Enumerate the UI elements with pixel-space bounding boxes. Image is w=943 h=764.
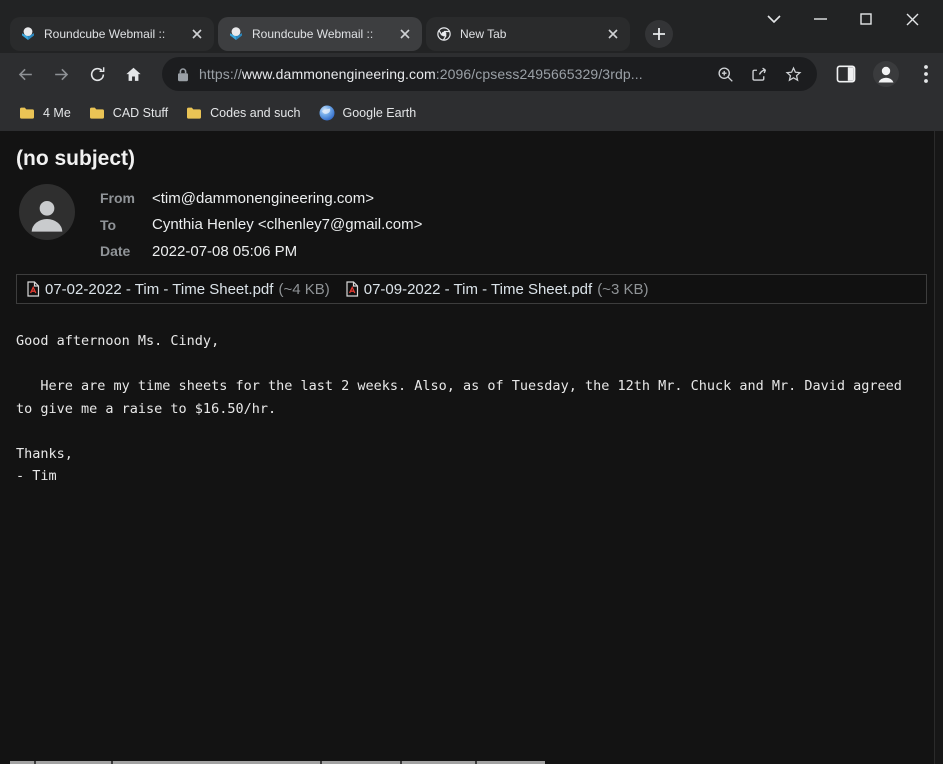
tab-roundcube-2-active[interactable]: Roundcube Webmail :: <box>218 17 422 51</box>
header-value-from: <tim@dammonengineering.com> <box>152 190 374 207</box>
lock-icon[interactable] <box>176 67 190 82</box>
tab-strip: Roundcube Webmail :: Roundcube Webmail :… <box>0 0 943 53</box>
folder-icon <box>186 106 202 120</box>
header-row-to: To Cynthia Henley <clhenley7@gmail.com> <box>100 212 422 239</box>
header-value-date: 2022-07-08 05:06 PM <box>152 243 297 260</box>
new-tab-button[interactable] <box>645 20 673 48</box>
page-scrollbar[interactable] <box>934 131 943 764</box>
globe-icon <box>319 105 335 121</box>
side-panel-icon[interactable] <box>831 59 861 89</box>
address-bar[interactable]: https://www.dammonengineering.com:2096/c… <box>162 57 817 91</box>
chrome-favicon <box>436 26 452 42</box>
close-window-button[interactable] <box>889 6 935 32</box>
tab-close-icon[interactable] <box>188 25 206 43</box>
url-host: www.dammonengineering.com <box>242 66 436 82</box>
pdf-file-icon <box>26 281 40 297</box>
person-icon <box>27 195 67 235</box>
sender-avatar <box>19 184 75 240</box>
bookmark-label: Google Earth <box>343 106 417 120</box>
minimize-button[interactable] <box>797 6 843 32</box>
folder-icon <box>89 106 105 120</box>
attachment-filename: 07-09-2022 - Tim - Time Sheet.pdf <box>364 281 592 298</box>
bookmarks-bar: 4 Me CAD Stuff Codes and such Google Ear… <box>0 95 943 131</box>
profile-avatar-icon[interactable] <box>871 59 901 89</box>
back-icon[interactable] <box>8 57 42 91</box>
attachment-link[interactable]: 07-09-2022 - Tim - Time Sheet.pdf (~3 KB… <box>345 281 649 298</box>
attachment-size: (~4 KB) <box>278 281 329 298</box>
url-path: :2096/cpsess2495665329/3rdp... <box>436 66 643 82</box>
folder-icon <box>19 106 35 120</box>
zoom-icon[interactable] <box>711 60 739 88</box>
url-scheme: https:// <box>199 66 242 82</box>
url-text: https://www.dammonengineering.com:2096/c… <box>199 66 703 82</box>
bookmark-label: Codes and such <box>210 106 300 120</box>
maximize-button[interactable] <box>843 6 889 32</box>
header-row-from: From <tim@dammonengineering.com> <box>100 185 422 212</box>
roundcube-favicon <box>228 26 244 42</box>
tab-close-icon[interactable] <box>396 25 414 43</box>
message-subject: (no subject) <box>16 147 135 171</box>
attachments-bar: 07-02-2022 - Tim - Time Sheet.pdf (~4 KB… <box>16 274 927 304</box>
browser-toolbar: https://www.dammonengineering.com:2096/c… <box>0 53 943 95</box>
bookmark-star-icon[interactable] <box>779 60 807 88</box>
tab-title: New Tab <box>460 27 604 41</box>
forward-icon[interactable] <box>44 57 78 91</box>
tab-new-tab[interactable]: New Tab <box>426 17 630 51</box>
bookmark-label: CAD Stuff <box>113 106 168 120</box>
bookmark-folder-4me[interactable]: 4 Me <box>10 99 80 127</box>
bookmark-label: 4 Me <box>43 106 71 120</box>
message-headers: From <tim@dammonengineering.com> To Cynt… <box>100 185 422 265</box>
home-icon[interactable] <box>116 57 150 91</box>
attachment-link[interactable]: 07-02-2022 - Tim - Time Sheet.pdf (~4 KB… <box>26 281 330 298</box>
pdf-file-icon <box>345 281 359 297</box>
tab-roundcube-1[interactable]: Roundcube Webmail :: <box>10 17 214 51</box>
header-label: To <box>100 217 152 233</box>
tab-title: Roundcube Webmail :: <box>44 27 188 41</box>
tab-title: Roundcube Webmail :: <box>252 27 396 41</box>
webmail-message-view: (no subject) From <tim@dammonengineering… <box>0 131 943 764</box>
attachment-filename: 07-02-2022 - Tim - Time Sheet.pdf <box>45 281 273 298</box>
roundcube-favicon <box>20 26 36 42</box>
header-value-to: Cynthia Henley <clhenley7@gmail.com> <box>152 216 422 233</box>
bookmark-folder-cad-stuff[interactable]: CAD Stuff <box>80 99 177 127</box>
header-label: Date <box>100 243 152 259</box>
message-body: Good afternoon Ms. Cindy, Here are my ti… <box>16 330 921 488</box>
tab-close-icon[interactable] <box>604 25 622 43</box>
attachment-size: (~3 KB) <box>597 281 648 298</box>
header-label: From <box>100 190 152 206</box>
bookmark-google-earth[interactable]: Google Earth <box>310 99 426 127</box>
tab-search-chevron-icon[interactable] <box>751 6 797 32</box>
menu-kebab-icon[interactable] <box>911 59 941 89</box>
bookmark-folder-codes-and-such[interactable]: Codes and such <box>177 99 309 127</box>
share-icon[interactable] <box>745 60 773 88</box>
header-row-date: Date 2022-07-08 05:06 PM <box>100 238 422 265</box>
reload-icon[interactable] <box>80 57 114 91</box>
